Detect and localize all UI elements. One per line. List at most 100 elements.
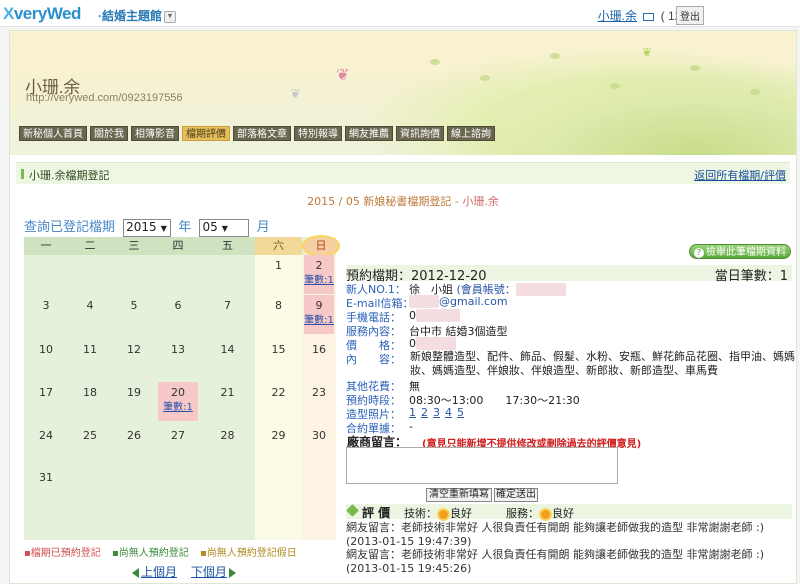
leaf-decoration <box>550 53 560 59</box>
butterfly-icon: ❦ <box>642 45 653 59</box>
nav-tab-album[interactable]: 相簿影音 <box>131 126 179 141</box>
calendar-day[interactable]: 15 <box>257 343 301 356</box>
calendar-day[interactable]: 10 <box>24 343 68 356</box>
leaf-decoration <box>610 83 620 89</box>
nav-tab-consult[interactable]: 線上諮詢 <box>447 126 495 141</box>
chevron-down-icon[interactable]: ▼ <box>164 10 176 23</box>
evaluation-bar: 評 價 技術： 良好 服務： 良好 <box>346 504 792 520</box>
booking-count-link[interactable]: 筆數:1 <box>297 311 341 326</box>
photo-link[interactable]: 1 <box>409 406 416 419</box>
back-to-all-link[interactable]: 返回所有檔期/評價 <box>694 167 786 183</box>
calendar-day[interactable]: 18 <box>68 386 112 399</box>
arrow-right-icon[interactable] <box>228 567 236 578</box>
nav-tab-inquiry[interactable]: 資訊詢價 <box>396 126 444 141</box>
calendar-day[interactable]: 1 <box>257 259 301 272</box>
vendor-message-textarea[interactable] <box>346 447 618 484</box>
calendar-day[interactable]: 24 <box>24 429 68 442</box>
comment-item: 網友留言：老師技術非常好 人很負責任有開朗 能夠讓老師做我的造型 非常謝謝老師 … <box>346 548 775 575</box>
subsite-menu[interactable]: ·結婚主題館 ▼ <box>98 7 176 24</box>
calendar-day[interactable]: 9 <box>297 299 341 312</box>
calendar-day[interactable]: 6 <box>156 299 200 312</box>
calendar-day[interactable]: 11 <box>68 343 112 356</box>
calendar-day[interactable]: 17 <box>24 386 68 399</box>
calendar-day[interactable]: 20 <box>156 386 200 399</box>
calendar-day[interactable]: 14 <box>206 343 250 356</box>
redacted-block: x <box>515 283 566 296</box>
calendar-day[interactable]: 23 <box>297 386 341 399</box>
blog-nav: 新秘個人首頁 關於我 相簿影音 檔期評價 部落格文章 特別報導 網友推薦 資訊詢… <box>19 126 495 141</box>
calendar-day[interactable]: 25 <box>68 429 112 442</box>
banner-trees <box>456 65 796 155</box>
calendar-day[interactable]: 29 <box>257 429 301 442</box>
query-label: 查詢已登記檔期 <box>24 220 116 235</box>
calendar-day[interactable]: 22 <box>257 386 301 399</box>
pencil-icon <box>346 504 359 517</box>
calendar-day[interactable]: 8 <box>257 299 301 312</box>
month-select[interactable]: 05 ▼ <box>199 218 250 237</box>
nav-tab-home[interactable]: 新秘個人首頁 <box>19 126 87 141</box>
site-logo[interactable]: XveryWed <box>3 4 81 24</box>
chevron-down-icon: ▼ <box>221 223 228 233</box>
username-link[interactable]: 小珊.余 <box>598 9 637 23</box>
mail-icon[interactable] <box>643 12 655 21</box>
year-select[interactable]: 2015 ▼ <box>123 218 172 237</box>
calendar-day[interactable]: 27 <box>156 429 200 442</box>
calendar-day[interactable]: 2 <box>297 259 341 272</box>
weekday-header: 五 <box>200 237 255 255</box>
month-pager: 上個月 下個月 <box>132 563 236 580</box>
booking-count-link[interactable]: 筆數:1 <box>156 398 200 413</box>
calendar-day[interactable]: 4 <box>68 299 112 312</box>
calendar-day[interactable]: 26 <box>112 429 156 442</box>
nav-tab-recommend[interactable]: 網友推薦 <box>345 126 393 141</box>
reset-button[interactable]: 清空重新填寫 <box>426 488 492 502</box>
logout-button[interactable]: 登出 <box>676 6 704 25</box>
calendar-day[interactable]: 21 <box>206 386 250 399</box>
booking-calendar: 一二三四五六日筆數:1 筆數:1 筆數:1 1 2 3 4 5 6 7 8 9 10 11 12 13 14 15… <box>24 237 338 540</box>
leaf-decoration <box>690 65 700 71</box>
redacted-block: x <box>416 337 456 350</box>
calendar-day[interactable]: 12 <box>112 343 156 356</box>
calendar-day[interactable]: 13 <box>156 343 200 356</box>
leaf-decoration <box>480 75 490 81</box>
photo-link[interactable]: 4 <box>445 406 452 419</box>
comment-item: 網友留言：老師技術非常好 人很負責任有開朗 能夠讓老師做我的造型 非常謝謝老師 … <box>346 521 775 548</box>
section-marker <box>21 169 24 179</box>
weekday-header: 二 <box>68 237 112 255</box>
calendar-day[interactable]: 16 <box>297 343 341 356</box>
calendar-day[interactable]: 3 <box>24 299 68 312</box>
nav-tab-reports[interactable]: 特別報導 <box>294 126 342 141</box>
blog-url: http://verywed.com/0923197556 <box>26 92 183 104</box>
leaf-decoration <box>430 59 440 65</box>
sun-icon <box>439 509 448 519</box>
legend-booked: ▪檔期已預約登記 <box>24 548 101 559</box>
report-booking-button[interactable]: ? 檢舉此筆檔期資料 <box>689 244 791 259</box>
reservation-header: 預約檔期：2012-12-20 當日筆數：1 <box>346 265 792 284</box>
photo-link[interactable]: 2 <box>421 406 428 419</box>
submit-button[interactable]: 確定送出 <box>494 488 538 502</box>
prev-month-link[interactable]: 上個月 <box>141 565 177 579</box>
calendar-day[interactable]: 30 <box>297 429 341 442</box>
calendar-day[interactable]: 5 <box>112 299 156 312</box>
nav-tab-schedule[interactable]: 檔期評價 <box>182 126 230 141</box>
sun-icon <box>541 509 550 519</box>
butterfly-icon: ❦ <box>290 87 301 102</box>
booking-count-link[interactable]: 筆數:1 <box>297 271 341 286</box>
calendar-day[interactable]: 19 <box>112 386 156 399</box>
photo-link[interactable]: 3 <box>433 406 440 419</box>
day-count: 當日筆數：1 <box>714 269 788 284</box>
photo-link[interactable]: 5 <box>457 406 464 419</box>
calendar-day[interactable]: 28 <box>206 429 250 442</box>
year-unit: 年 <box>178 220 192 235</box>
blog-banner: ❦ ❦ ❦ 小珊.余 http://verywed.com/0923197556… <box>10 31 796 155</box>
weekday-header: 六 <box>255 237 302 255</box>
nav-tab-about[interactable]: 關於我 <box>90 126 128 141</box>
weekday-header: 一 <box>24 237 68 255</box>
calendar-day[interactable]: 7 <box>206 299 250 312</box>
next-month-link[interactable]: 下個月 <box>191 565 227 579</box>
calendar-legend: ▪檔期已預約登記 ▪尚無人預約登記 ▪尚無人預約登記假日 <box>24 544 297 559</box>
nav-tab-blog[interactable]: 部落格文章 <box>233 126 291 141</box>
page-container: ❦ ❦ ❦ 小珊.余 http://verywed.com/0923197556… <box>9 30 797 584</box>
calendar-day[interactable]: 31 <box>24 471 68 484</box>
legend-free: ▪尚無人預約登記 <box>111 548 189 559</box>
arrow-left-icon[interactable] <box>132 567 139 578</box>
